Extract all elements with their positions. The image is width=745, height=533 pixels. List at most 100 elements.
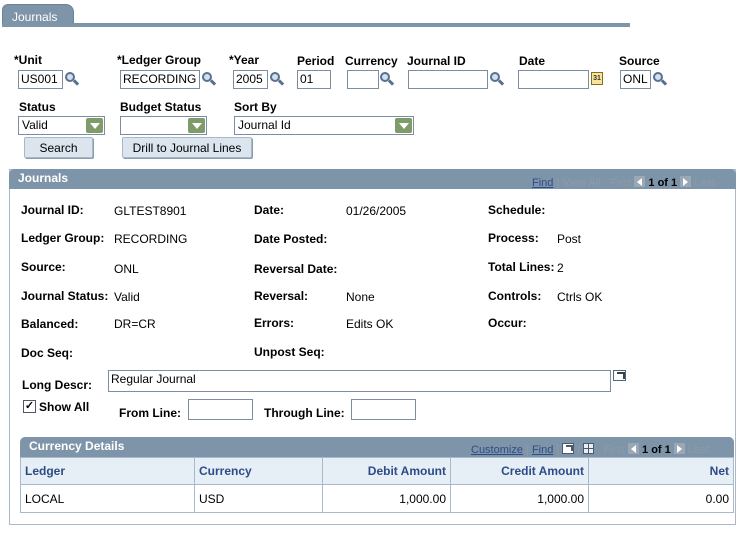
currency-lookup-icon[interactable] [380, 72, 395, 86]
view-all-link[interactable]: View All [562, 177, 600, 189]
journal-id-input[interactable] [408, 70, 488, 89]
year-lookup-icon[interactable] [270, 72, 285, 86]
first-link[interactable]: First [604, 444, 625, 456]
debit-amount-cell: 1,000.00 [322, 484, 451, 513]
errors-label: Errors: [254, 316, 295, 330]
reversal-date-label: Reversal Date: [254, 262, 338, 276]
source-value: ONL [114, 262, 139, 276]
nav-separator: | [556, 444, 560, 456]
source-lookup-icon[interactable] [653, 72, 668, 86]
year-input[interactable]: 2005 [233, 70, 268, 89]
currency-input[interactable] [347, 70, 379, 89]
source-label: Source [619, 54, 660, 68]
chevron-down-icon[interactable] [188, 118, 205, 133]
reversal-value: None [346, 290, 375, 304]
schedule-label: Schedule: [488, 203, 546, 217]
last-link[interactable]: Last [694, 177, 715, 189]
through-line-input[interactable] [351, 399, 416, 420]
last-link[interactable]: Last [688, 444, 709, 456]
calendar-icon[interactable]: 31 [591, 72, 603, 85]
journal-id-value: GLTEST8901 [114, 204, 187, 218]
next-arrow-icon[interactable] [673, 443, 685, 454]
source-input[interactable]: ONL [620, 70, 651, 89]
ledger-group-field-label: Ledger Group: [21, 231, 105, 245]
view-all-icon[interactable] [562, 443, 575, 454]
customize-link[interactable]: Customize [471, 444, 523, 456]
unpost-seq-label: Unpost Seq: [254, 345, 325, 359]
ledger-group-lookup-icon[interactable] [202, 72, 217, 86]
find-link[interactable]: Find [532, 444, 553, 456]
journal-status-value: Valid [114, 290, 140, 304]
process-label: Process: [488, 231, 539, 245]
long-descr-label: Long Descr: [22, 378, 93, 392]
column-header-currency[interactable]: Currency [194, 457, 323, 485]
budget-status-select[interactable] [120, 116, 207, 135]
chevron-down-icon[interactable] [86, 118, 103, 133]
date-input[interactable] [518, 70, 589, 89]
occur-label: Occur: [488, 316, 527, 330]
next-arrow-icon[interactable] [680, 176, 692, 187]
balanced-value: DR=CR [114, 317, 156, 331]
unit-lookup-icon[interactable] [65, 72, 80, 86]
process-value: Post [557, 232, 582, 246]
find-link[interactable]: Find [532, 177, 553, 189]
row-count: 1 of 1 [648, 177, 678, 189]
date-label: Date [519, 54, 546, 68]
long-descr-field[interactable]: Regular Journal [108, 370, 611, 392]
period-input[interactable]: 01 [297, 70, 331, 89]
sort-by-select[interactable]: Journal Id [234, 116, 414, 135]
download-grid-icon[interactable] [583, 443, 595, 454]
credit-amount-cell: 1,000.00 [450, 484, 589, 513]
first-link[interactable]: First [610, 177, 631, 189]
show-all-checkbox[interactable]: ✓ [23, 400, 36, 413]
column-header-net[interactable]: Net [588, 457, 734, 485]
drill-to-journal-lines-button[interactable]: Drill to Journal Lines [122, 137, 252, 158]
date-field-label: Date: [254, 203, 285, 217]
net-cell: 0.00 [588, 484, 734, 513]
balanced-label: Balanced: [21, 317, 79, 331]
from-line-input[interactable] [188, 399, 253, 420]
ledger-group-value: RECORDING [114, 232, 188, 246]
currency-label: Currency [345, 54, 398, 68]
period-label: Period [297, 54, 335, 68]
previous-arrow-icon[interactable] [634, 176, 646, 187]
unit-label: *Unit [14, 53, 42, 67]
errors-value: Edits OK [346, 317, 394, 331]
year-label: *Year [229, 53, 260, 67]
tab-underline [2, 23, 630, 27]
ledger-group-input[interactable]: RECORDING [120, 70, 200, 89]
nav-separator: | [577, 444, 581, 456]
journal-id-lookup-icon[interactable] [490, 72, 505, 86]
journals-group-title: Journals [18, 171, 69, 185]
from-line-label: From Line: [119, 406, 181, 420]
through-line-label: Through Line: [264, 406, 345, 420]
column-header-credit-amount[interactable]: Credit Amount [450, 457, 589, 485]
reversal-label: Reversal: [254, 289, 309, 303]
journal-id-field-label: Journal ID: [21, 203, 84, 217]
date-posted-label: Date Posted: [254, 232, 328, 246]
nav-separator: | [526, 444, 529, 456]
nav-separator: | [556, 177, 560, 189]
unit-input[interactable]: US001 [18, 70, 63, 89]
status-select[interactable]: Valid [18, 116, 105, 135]
source-field-label: Source: [21, 260, 66, 274]
search-button[interactable]: Search [24, 137, 93, 158]
controls-value: Ctrls OK [557, 290, 603, 304]
journal-status-label: Journal Status: [21, 289, 109, 303]
currency-details-title: Currency Details [29, 439, 125, 453]
currency-details-grid: Ledger Currency Debit Amount Credit Amou… [20, 457, 734, 513]
budget-status-label: Budget Status [120, 100, 202, 114]
currency-cell: USD [194, 484, 323, 513]
previous-arrow-icon[interactable] [627, 443, 639, 454]
column-header-debit-amount[interactable]: Debit Amount [322, 457, 451, 485]
expand-icon[interactable] [613, 370, 626, 381]
column-header-ledger[interactable]: Ledger [20, 457, 195, 485]
grid-header-row: Ledger Currency Debit Amount Credit Amou… [20, 457, 734, 485]
journals-nav: Find | View All First 1 of 1 Last [532, 176, 715, 189]
table-row: LOCAL USD 1,000.00 1,000.00 0.00 [20, 484, 734, 513]
sort-by-label: Sort By [234, 100, 277, 114]
journal-id-label: Journal ID [407, 54, 466, 68]
chevron-down-icon[interactable] [395, 118, 412, 133]
ledger-cell: LOCAL [20, 484, 195, 513]
controls-label: Controls: [488, 289, 542, 303]
